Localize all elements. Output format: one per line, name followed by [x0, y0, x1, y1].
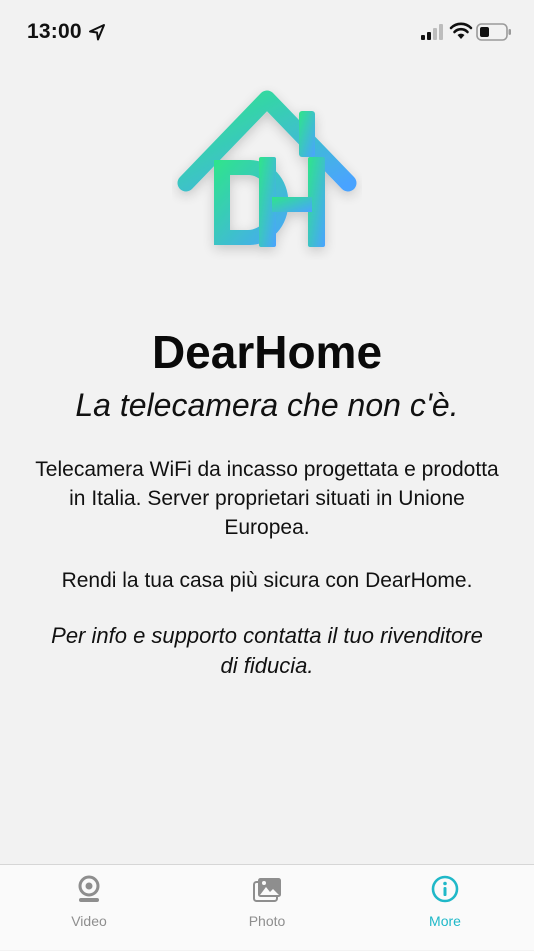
location-arrow-icon [89, 24, 105, 41]
tab-more[interactable]: More [356, 865, 534, 951]
webcam-icon [78, 875, 100, 902]
cellular-signal-icon [421, 24, 443, 40]
tab-bar: Video Photo More [0, 864, 534, 950]
tab-photo-label: Photo [248, 913, 286, 929]
wifi-icon [449, 22, 473, 39]
app-title: DearHome [151, 326, 383, 378]
tab-more-label: More [429, 913, 461, 929]
status-time: 13:00 [27, 20, 82, 43]
photo-gallery-icon [253, 878, 281, 902]
app-description: Telecamera WiFi da incasso progettata e … [35, 458, 499, 539]
tab-video-label: Video [71, 913, 107, 929]
promo-text: Rendi la tua casa più sicura con DearHom… [61, 569, 473, 592]
battery-icon [476, 23, 511, 41]
info-icon [431, 875, 459, 903]
app-tagline: La telecamera che non c'è. [75, 387, 459, 423]
tab-video[interactable]: Video [0, 865, 178, 951]
dearhome-logo [177, 90, 357, 247]
status-bar: 13:00 [0, 0, 534, 64]
tab-photo[interactable]: Photo [178, 865, 356, 951]
support-text: Per info e supporto contatta il tuo rive… [51, 623, 483, 678]
